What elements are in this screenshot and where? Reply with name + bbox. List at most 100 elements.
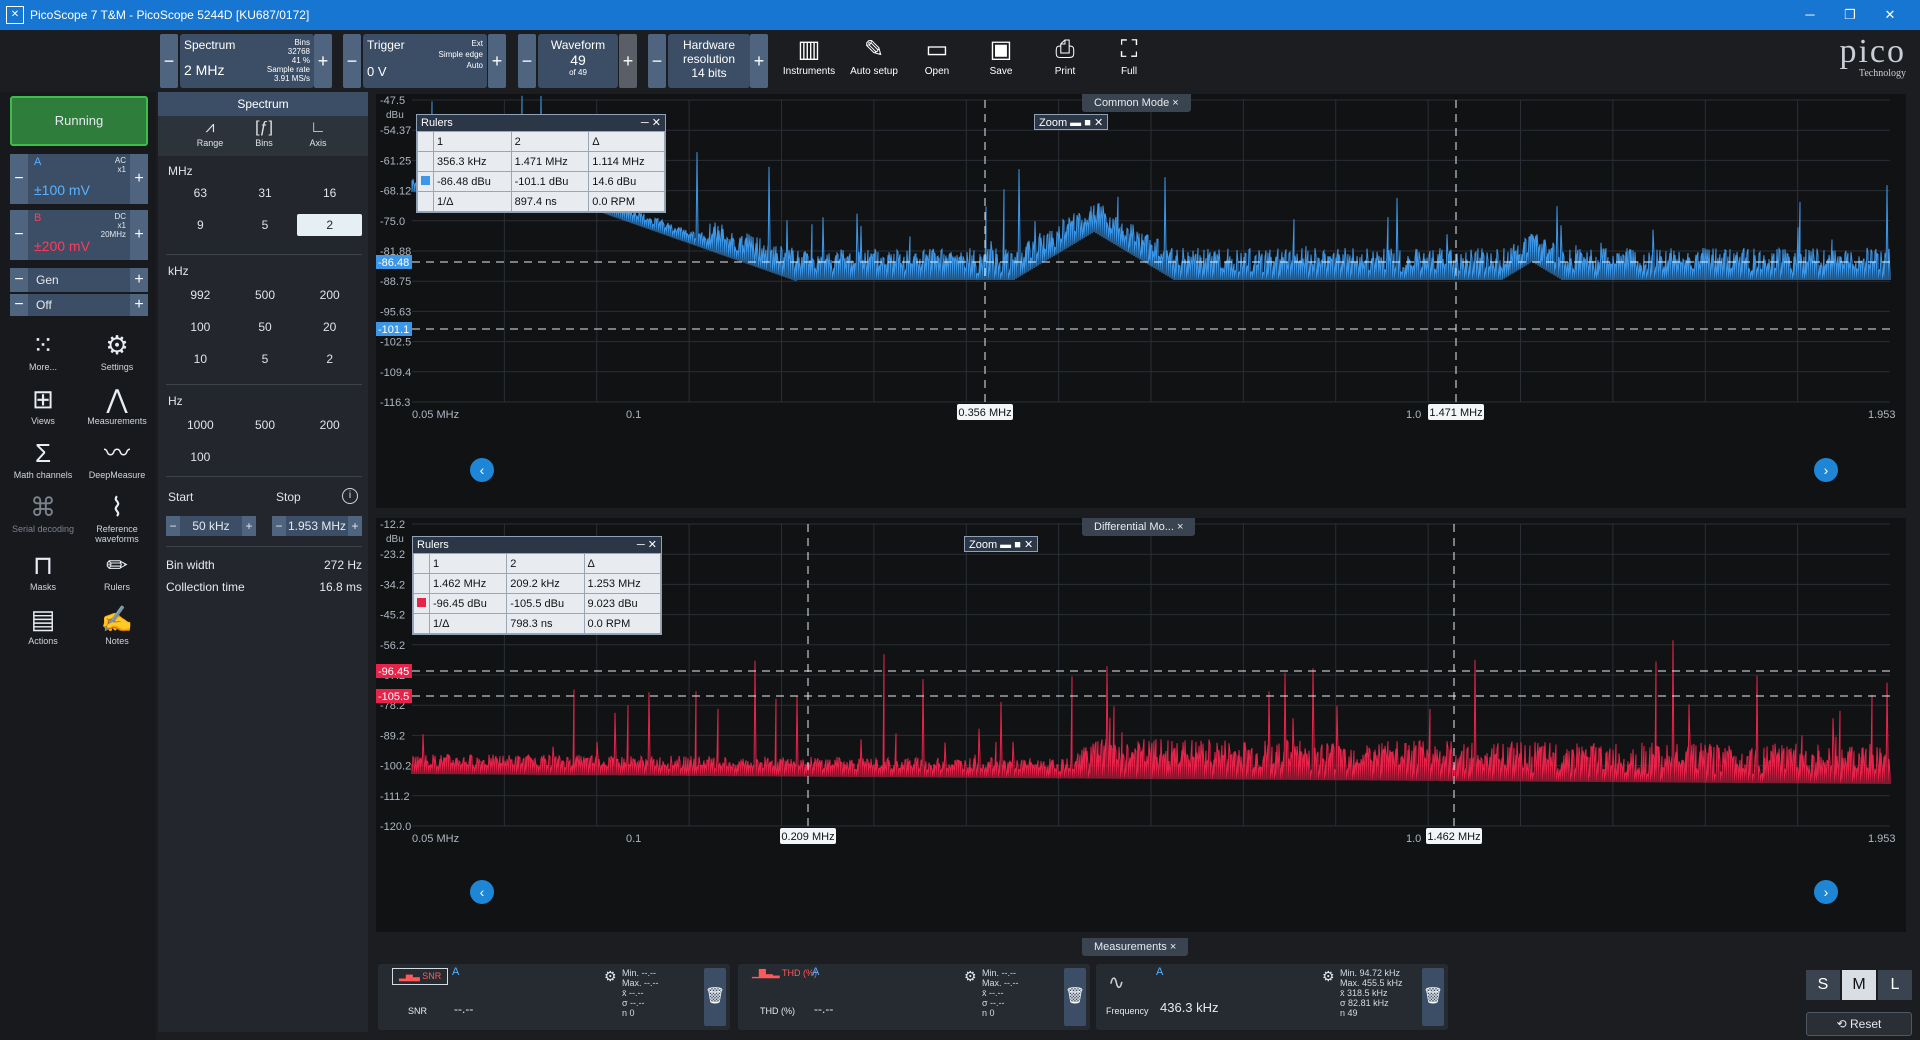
size-medium-button[interactable]: M [1842,970,1876,1000]
mode-increase-button[interactable]: + [314,34,332,88]
spectrum-view-common-mode[interactable]: -47.5 -54.37 -61.25 -68.12 -75.0 -81.88 -88.75… [376,94,1906,508]
view-tab-differential-mode[interactable]: Differential Mo... × [1082,518,1196,536]
gear-icon[interactable]: ⚙ [964,968,977,985]
range-option-selected[interactable]: 2 [297,214,362,236]
range-option[interactable]: 200 [297,284,362,306]
rulers-panel-1[interactable]: Rulers ─ ✕ 12Δ 356.3 kHz 1.471 MHz 1.114 MH… [416,114,666,213]
ruler-y-marker[interactable]: -101.1 [376,322,412,336]
views-button[interactable]: ⊞ Views [8,382,78,426]
full-screen-button[interactable]: ⛶ Full [1098,34,1160,88]
range-option[interactable]: 200 [297,414,362,436]
waveform-control[interactable]: Waveform 49 of 49 [538,34,618,88]
view-tab-common-mode[interactable]: Common Mode × [1082,94,1191,112]
ruler-x-marker[interactable]: 0.209 MHz [780,828,836,844]
ruler-x-marker[interactable]: 0.356 MHz [957,404,1013,420]
range-option[interactable]: 100 [168,316,233,338]
range-option[interactable]: 100 [168,446,233,468]
scroll-right-button-2[interactable]: › [1814,880,1838,904]
range-option[interactable]: 5 [233,348,298,370]
gear-icon[interactable]: ⚙ [1322,968,1335,985]
range-option[interactable]: 992 [168,284,233,306]
spectrum-view-differential-mode[interactable]: -12.2-23.2-34.2-45.2-56.2-67.2-78.2-89.2… [376,518,1906,932]
stop-frequency-field[interactable]: − 1.953 MHz + [272,516,362,536]
delete-measurement-button[interactable]: 🗑 [704,968,726,1026]
ruler-x-marker[interactable]: 1.462 MHz [1426,828,1482,844]
range-option[interactable]: 1000 [168,414,233,436]
ruler-x-marker[interactable]: 1.471 MHz [1428,404,1484,420]
rulers-button[interactable]: ✏ Rulers [82,548,152,592]
math-channels-button[interactable]: Σ Math channels [8,436,78,480]
range-option[interactable]: 50 [233,316,298,338]
serial-decoding-button[interactable]: ⌘ Serial decoding [8,490,78,534]
zoom-overview-2[interactable]: Zoom ▬ ■ ✕ [964,536,1039,552]
close-button[interactable]: ✕ [1870,0,1910,30]
tab-axis[interactable]: ∟ Axis [292,118,344,148]
range-option[interactable]: 9 [168,214,233,236]
channel-a-control[interactable]: − A AC x1 ±100 mV + [10,154,148,204]
measurements-tab[interactable]: Measurements × [1082,938,1189,956]
resolution-increase-button[interactable]: + [750,34,768,88]
spectrum-range-control[interactable]: Spectrum 2 MHz Bins 32768 41 % Sample ra… [180,34,314,88]
gen-off-control[interactable]: − Off + [10,294,148,316]
info-icon[interactable]: i [342,488,358,504]
hardware-resolution-control[interactable]: Hardware resolution 14 bits [668,34,750,88]
tab-range[interactable]: ⩘ Range [184,118,236,148]
range-option[interactable]: 16 [297,182,362,204]
channel-b-increase[interactable]: + [130,210,148,260]
measurement-card-thd[interactable]: ▁▇▃▂ THD (%) A THD (%) --.-- ⚙ Min. --.-… [738,964,1090,1030]
channel-a-decrease[interactable]: − [10,154,28,204]
size-large-button[interactable]: L [1878,970,1912,1000]
waveform-prev-button[interactable]: − [518,34,536,88]
zoom-overview-1[interactable]: Zoom ▬ ■ ✕ [1034,114,1109,130]
range-option[interactable]: 5 [233,214,298,236]
range-option[interactable]: 20 [297,316,362,338]
more-button[interactable]: ⁙ More... [8,328,78,372]
run-stop-button[interactable]: Running [10,96,148,146]
open-button[interactable]: ▭ Open [906,34,968,88]
size-small-button[interactable]: S [1806,970,1840,1000]
auto-setup-button[interactable]: ✎ Auto setup [843,34,905,88]
notes-button[interactable]: ✍ Notes [82,602,152,646]
reset-button[interactable]: ⟲ Reset [1806,1012,1912,1036]
gen-control[interactable]: − Gen + [10,268,148,292]
range-option[interactable]: 10 [168,348,233,370]
ruler-y-marker[interactable]: -105.5 [376,689,412,703]
scroll-left-button-1[interactable]: ‹ [470,458,494,482]
maximize-button[interactable]: ❐ [1830,0,1870,30]
trigger-decrease-button[interactable]: − [343,34,361,88]
ruler-y-marker[interactable]: -96.45 [376,664,412,678]
scroll-left-button-2[interactable]: ‹ [470,880,494,904]
gear-icon[interactable]: ⚙ [604,968,617,985]
mode-decrease-button[interactable]: − [160,34,178,88]
measurement-card-frequency[interactable]: ∿ A Frequency 436.3 kHz ⚙ Min. 94.72 kHz… [1096,964,1448,1030]
delete-measurement-button[interactable]: 🗑 [1422,968,1444,1026]
waveform-next-button[interactable]: + [619,34,637,88]
settings-button[interactable]: ⚙ Settings [82,328,152,372]
trigger-increase-button[interactable]: + [488,34,506,88]
ruler-y-marker[interactable]: -86.48 [376,255,412,269]
instruments-button[interactable]: ▥ Instruments [778,34,840,88]
delete-measurement-button[interactable]: 🗑 [1064,968,1086,1026]
range-option[interactable]: 500 [233,284,298,306]
range-option[interactable]: 500 [233,414,298,436]
trigger-control[interactable]: Trigger 0 V Ext Simple edge Auto [363,34,487,88]
print-button[interactable]: ⎙ Print [1034,34,1096,88]
range-option[interactable]: 2 [297,348,362,370]
range-option[interactable]: 31 [233,182,298,204]
channel-b-control[interactable]: − B DC x1 20MHz ±200 mV + [10,210,148,260]
rulers-panel-2[interactable]: Rulers ─ ✕ 12Δ 1.462 MHz 209.2 kHz 1.253 MH… [412,536,662,635]
scroll-right-button-1[interactable]: › [1814,458,1838,482]
reference-waveforms-button[interactable]: ⌇ Reference waveforms [82,490,152,544]
start-frequency-field[interactable]: − 50 kHz + [166,516,256,536]
masks-button[interactable]: ⊓ Masks [8,548,78,592]
measurement-card-snr[interactable]: ▂▅▃ SNR A SNR --.-- ⚙ Min. --.-- Max. --.… [378,964,730,1030]
save-button[interactable]: ▣ Save [970,34,1032,88]
channel-b-decrease[interactable]: − [10,210,28,260]
measurements-button[interactable]: ⋀ Measurements [82,382,152,426]
channel-a-increase[interactable]: + [130,154,148,204]
minimize-button[interactable]: ─ [1790,0,1830,30]
deepmeasure-button[interactable]: 〰 DeepMeasure [82,436,152,480]
actions-button[interactable]: ▤ Actions [8,602,78,646]
range-option[interactable]: 63 [168,182,233,204]
tab-bins[interactable]: [ƒ] Bins [238,118,290,148]
